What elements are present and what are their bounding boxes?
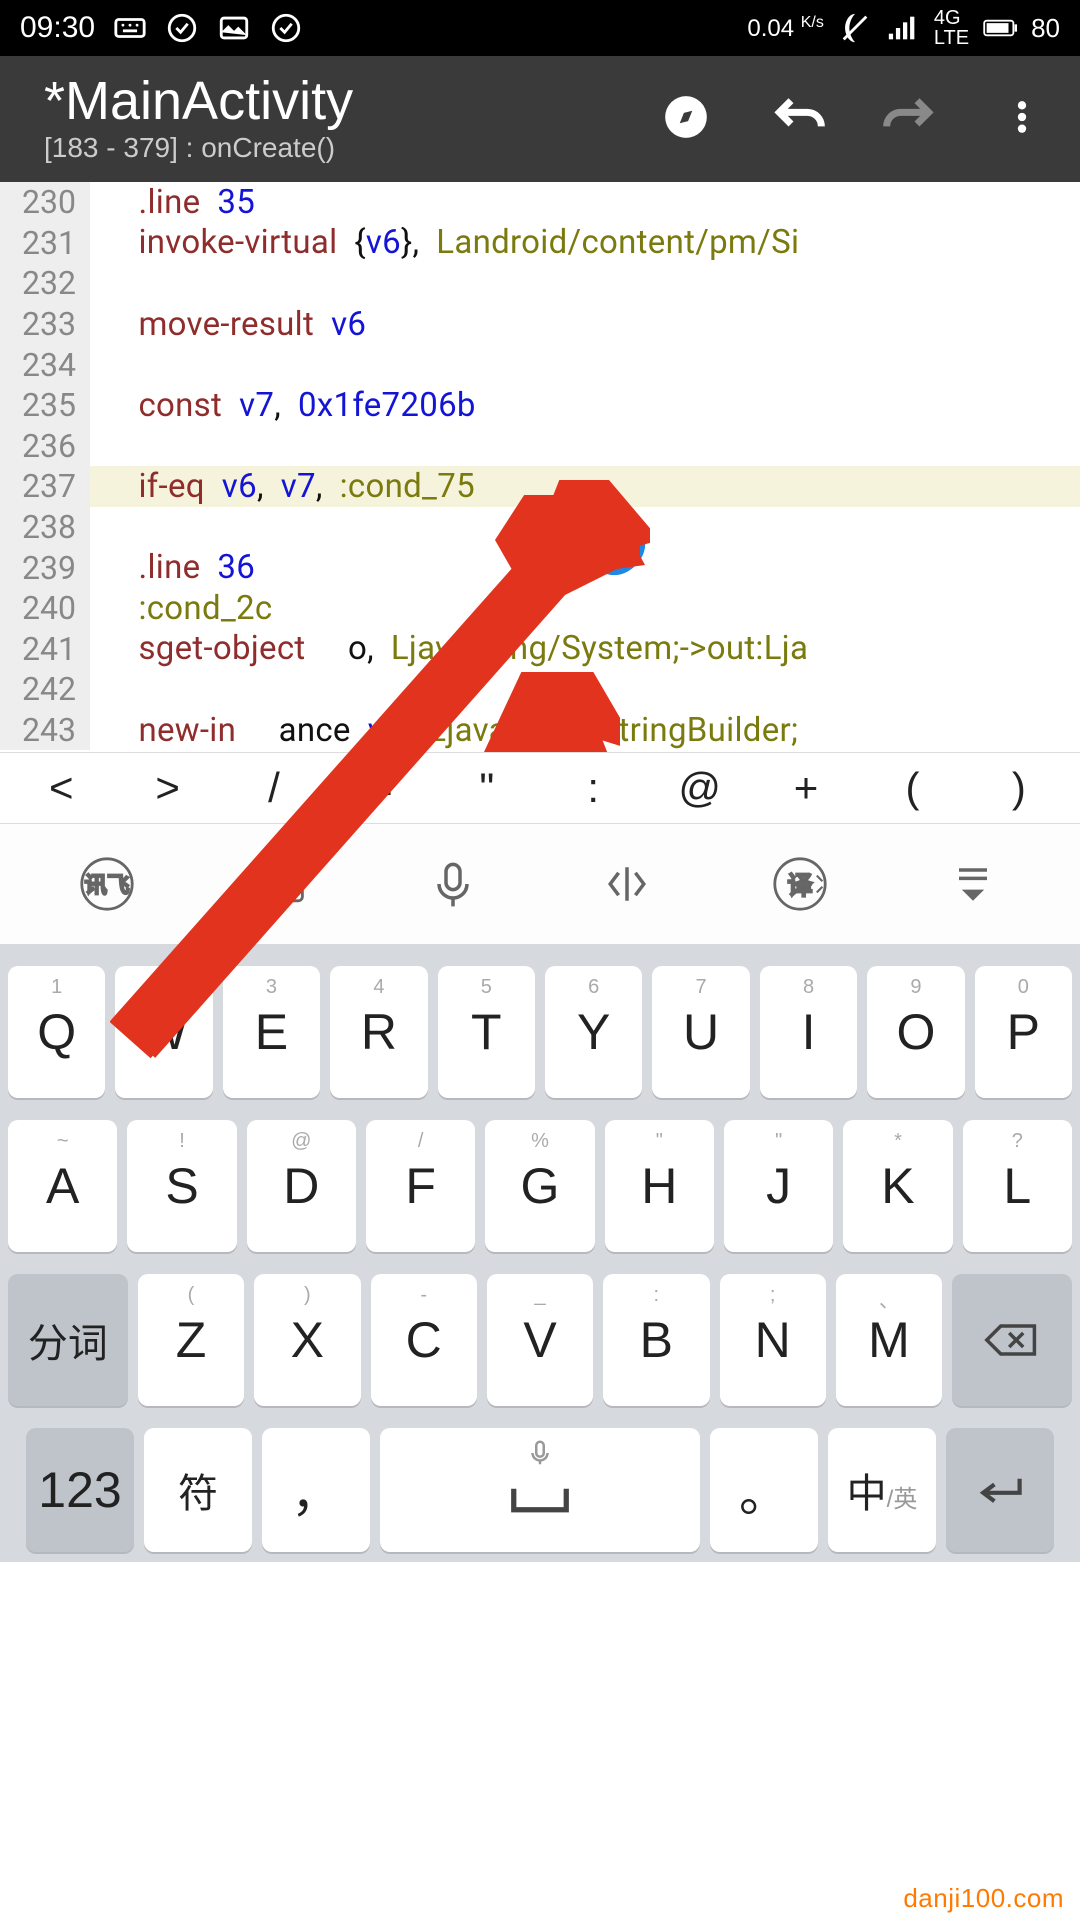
signal-icon xyxy=(886,11,920,45)
mic-small-icon xyxy=(525,1438,555,1468)
keyboard-key[interactable]: 、M xyxy=(836,1274,942,1406)
keyboard-key[interactable]: 9O xyxy=(867,966,964,1098)
keyboard-key[interactable]: ~A xyxy=(8,1120,117,1252)
symbol-key[interactable]: ( xyxy=(859,764,965,812)
code-line[interactable]: 234 xyxy=(0,344,1080,385)
code-line[interactable]: 233 move-result v6 xyxy=(0,304,1080,345)
translate-icon: 译 xyxy=(772,856,828,912)
enter-icon xyxy=(972,1472,1028,1508)
line-number: 236 xyxy=(0,426,90,467)
line-number: 240 xyxy=(0,588,90,629)
watermark-text: danji100.com xyxy=(903,1883,1064,1914)
check-circle-icon-2 xyxy=(269,11,303,45)
line-number: 231 xyxy=(0,223,90,264)
line-number: 237 xyxy=(0,466,90,507)
keyboard-key[interactable]: *K xyxy=(843,1120,952,1252)
overflow-menu-button[interactable] xyxy=(994,89,1050,145)
keyboard-key[interactable]: ?L xyxy=(963,1120,1072,1252)
code-line[interactable]: 236 xyxy=(0,426,1080,467)
line-number: 241 xyxy=(0,629,90,670)
symbol-key[interactable]: + xyxy=(753,764,859,812)
backspace-key[interactable] xyxy=(952,1274,1072,1406)
keyboard-key[interactable]: "H xyxy=(605,1120,714,1252)
collapse-icon xyxy=(945,856,1001,912)
keyboard-key[interactable]: 0P xyxy=(975,966,1072,1098)
symbol-key[interactable]: < xyxy=(8,764,114,812)
status-time: 09:30 xyxy=(20,11,95,45)
keyboard-key[interactable]: -C xyxy=(371,1274,477,1406)
battery-level: 80 xyxy=(1031,13,1060,44)
keyboard-key[interactable]: (Z xyxy=(138,1274,244,1406)
mute-icon xyxy=(838,11,872,45)
keyboard-key[interactable]: 1Q xyxy=(8,966,105,1098)
network-speed: 0.04 K/s xyxy=(747,14,824,43)
keyboard-key[interactable]: @D xyxy=(247,1120,356,1252)
code-content[interactable]: invoke-virtual {v6}, Landroid/content/pm… xyxy=(90,223,799,262)
keyboard-key[interactable]: )X xyxy=(254,1274,360,1406)
line-number: 232 xyxy=(0,263,90,304)
red-arrow-clean xyxy=(110,480,650,1070)
collapse-keyboard-button[interactable] xyxy=(941,852,1005,916)
numeric-key[interactable]: 123 xyxy=(26,1428,134,1552)
page-subtitle: [183 - 379] : onCreate() xyxy=(44,132,353,164)
keyboard-key[interactable]: ;N xyxy=(720,1274,826,1406)
keyboard-key[interactable]: %G xyxy=(485,1120,594,1252)
line-number: 238 xyxy=(0,507,90,548)
line-number: 233 xyxy=(0,304,90,345)
line-number: 234 xyxy=(0,344,90,385)
keyboard-key[interactable]: "J xyxy=(724,1120,833,1252)
code-line[interactable]: 231 invoke-virtual {v6}, Landroid/conten… xyxy=(0,223,1080,264)
symbol-key[interactable]: @ xyxy=(646,764,752,812)
status-bar: 09:30 0.04 K/s 4GLTE 80 xyxy=(0,0,1080,56)
app-bar: *MainActivity [183 - 379] : onCreate() xyxy=(0,56,1080,182)
page-title: *MainActivity xyxy=(44,70,353,132)
code-content[interactable]: const v7, 0x1fe7206b xyxy=(90,386,476,425)
translate-button[interactable]: 译 xyxy=(768,852,832,916)
symbols-key[interactable]: 符 xyxy=(144,1428,252,1552)
code-content[interactable]: .line 35 xyxy=(90,183,255,222)
keyboard-key[interactable]: :B xyxy=(603,1274,709,1406)
line-number: 235 xyxy=(0,385,90,426)
undo-icon xyxy=(770,89,826,145)
comma-key[interactable]: ， xyxy=(262,1428,370,1552)
code-line[interactable]: 235 const v7, 0x1fe7206b xyxy=(0,385,1080,426)
segment-key[interactable]: 分词 xyxy=(8,1274,128,1406)
undo-button[interactable] xyxy=(770,89,826,145)
line-number: 239 xyxy=(0,547,90,588)
code-content[interactable]: move-result v6 xyxy=(90,305,366,344)
space-key[interactable] xyxy=(380,1428,700,1552)
code-line[interactable]: 230 .line 35 xyxy=(0,182,1080,223)
symbol-key[interactable]: ) xyxy=(966,764,1072,812)
more-vert-icon xyxy=(1002,97,1042,137)
compass-icon xyxy=(661,92,711,142)
svg-text:译: 译 xyxy=(787,872,812,900)
line-number: 230 xyxy=(0,182,90,223)
keyboard-key[interactable]: !S xyxy=(127,1120,236,1252)
redo-button[interactable] xyxy=(882,89,938,145)
keyboard-key[interactable]: /F xyxy=(366,1120,475,1252)
network-type: 4GLTE xyxy=(934,8,969,48)
compass-button[interactable] xyxy=(658,89,714,145)
enter-key[interactable] xyxy=(946,1428,1054,1552)
language-key[interactable]: 中/英 xyxy=(828,1428,936,1552)
line-number: 242 xyxy=(0,669,90,710)
image-icon xyxy=(217,11,251,45)
keyboard-key[interactable]: _V xyxy=(487,1274,593,1406)
check-circle-icon xyxy=(165,11,199,45)
battery-icon xyxy=(983,11,1017,45)
keyboard-status-icon xyxy=(113,11,147,45)
line-number: 243 xyxy=(0,710,90,751)
backspace-icon xyxy=(984,1322,1040,1358)
redo-icon xyxy=(882,89,938,145)
keyboard-key[interactable]: 8I xyxy=(760,966,857,1098)
keyboard-key[interactable]: 7U xyxy=(652,966,749,1098)
period-key[interactable]: 。 xyxy=(710,1428,818,1552)
code-line[interactable]: 232 xyxy=(0,263,1080,304)
